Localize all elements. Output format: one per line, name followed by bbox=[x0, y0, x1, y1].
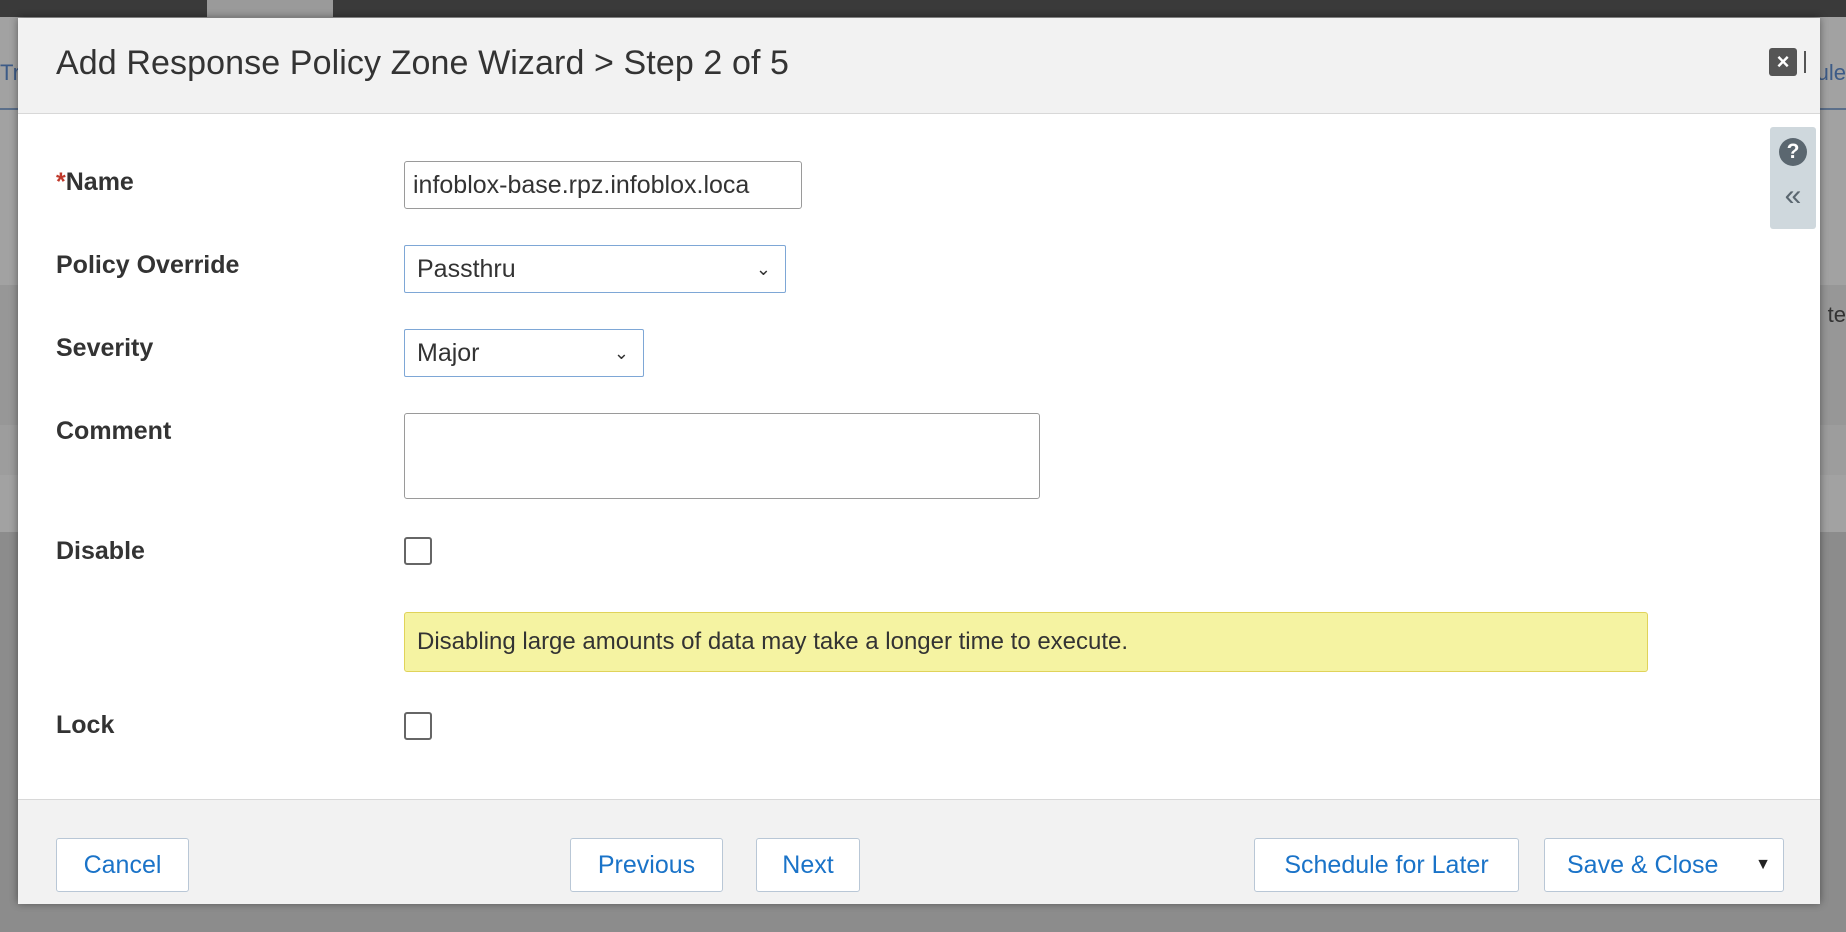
close-icon[interactable]: × bbox=[1769, 48, 1806, 76]
background-bottom bbox=[18, 903, 1820, 932]
lock-label: Lock bbox=[56, 711, 115, 739]
caret-down-icon[interactable]: ▼ bbox=[1755, 839, 1771, 891]
save-and-close-label: Save & Close bbox=[1567, 851, 1719, 879]
severity-select[interactable]: Major ⌄ bbox=[404, 329, 644, 377]
comment-textarea[interactable] bbox=[404, 413, 1040, 499]
background-text: Tr bbox=[0, 60, 20, 85]
cancel-button[interactable]: Cancel bbox=[56, 838, 189, 892]
name-input[interactable] bbox=[404, 161, 802, 209]
policy-override-select[interactable]: Passthru ⌄ bbox=[404, 245, 786, 293]
severity-label: Severity bbox=[56, 334, 154, 362]
chevron-down-icon: ⌄ bbox=[755, 259, 771, 279]
disable-label: Disable bbox=[56, 537, 145, 565]
schedule-for-later-button[interactable]: Schedule for Later bbox=[1254, 838, 1519, 892]
name-label-text: Name bbox=[65, 168, 134, 196]
save-and-close-button[interactable]: Save & Close ▼ bbox=[1544, 838, 1784, 892]
background-text: ule bbox=[1816, 60, 1846, 85]
disable-checkbox[interactable] bbox=[404, 537, 432, 565]
lock-checkbox[interactable] bbox=[404, 712, 432, 740]
next-button[interactable]: Next bbox=[756, 838, 860, 892]
help-icon[interactable]: ? bbox=[1779, 138, 1807, 166]
dialog-footer: Cancel Previous Next Schedule for Later … bbox=[18, 799, 1820, 904]
policy-override-value: Passthru bbox=[417, 255, 516, 283]
severity-value: Major bbox=[417, 339, 480, 367]
name-label: *Name bbox=[56, 168, 134, 197]
background-text: te bbox=[1827, 302, 1846, 327]
warning-message: Disabling large amounts of data may take… bbox=[404, 612, 1648, 672]
dialog-header: Add Response Policy Zone Wizard > Step 2… bbox=[18, 18, 1820, 114]
comment-label: Comment bbox=[56, 417, 172, 445]
dialog-title: Add Response Policy Zone Wizard > Step 2… bbox=[56, 44, 790, 82]
double-chevron-left-icon[interactable]: « bbox=[1779, 181, 1807, 211]
background-active-tab bbox=[207, 0, 333, 17]
previous-button[interactable]: Previous bbox=[570, 838, 723, 892]
required-marker: * bbox=[56, 168, 66, 196]
policy-override-label: Policy Override bbox=[56, 251, 240, 279]
wizard-dialog: Add Response Policy Zone Wizard > Step 2… bbox=[18, 18, 1820, 904]
chevron-down-icon: ⌄ bbox=[613, 343, 629, 363]
help-panel-tab[interactable]: ? « bbox=[1770, 127, 1816, 229]
